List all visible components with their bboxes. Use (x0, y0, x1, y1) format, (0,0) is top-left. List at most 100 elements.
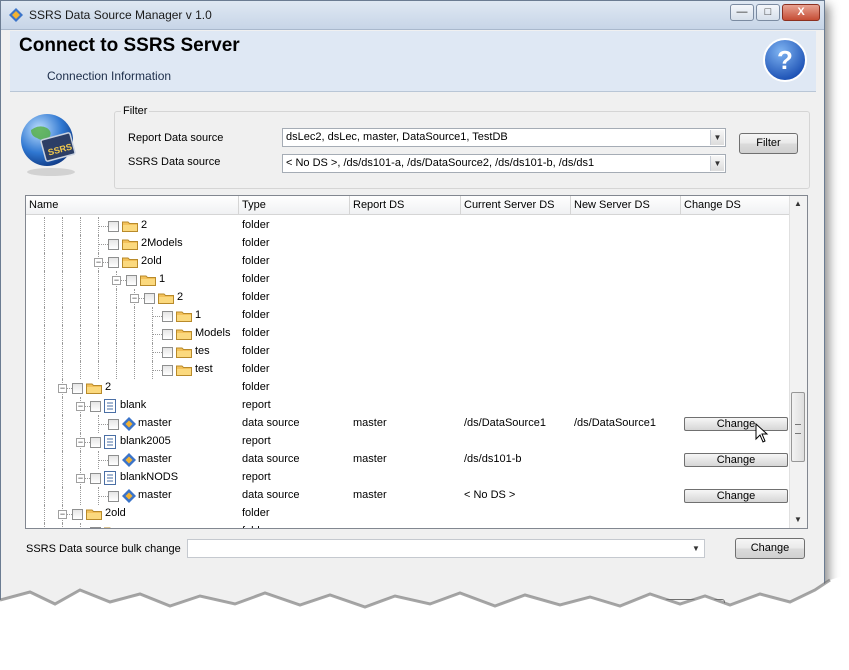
close-button[interactable]: X (782, 4, 820, 21)
bulk-change-button[interactable]: Change (735, 538, 805, 559)
table-row[interactable]: master data source master/ds/ds101-b Change (26, 451, 792, 469)
row-new-ds: /ds/DataSource1 (574, 417, 656, 429)
folder-icon (140, 275, 156, 286)
tree-guide (80, 361, 81, 379)
collapse-icon[interactable]: − (58, 384, 67, 393)
row-checkbox[interactable] (108, 455, 119, 466)
help-icon[interactable]: ? (762, 37, 808, 83)
table-row[interactable]: 1 folder (26, 307, 792, 325)
datasource-grid[interactable]: Name Type Report DS Current Server DS Ne… (25, 195, 808, 529)
change-ds-button[interactable]: Change (684, 453, 788, 467)
row-checkbox[interactable] (72, 383, 83, 394)
collapse-icon[interactable]: − (112, 276, 121, 285)
report-ds-label: Report Data source (128, 132, 224, 144)
collapse-icon[interactable]: − (94, 258, 103, 267)
collapse-icon[interactable]: − (58, 510, 67, 519)
report-ds-combo[interactable]: dsLec2, dsLec, master, DataSource1, Test… (282, 128, 726, 147)
row-name: 2old (141, 255, 162, 267)
table-row[interactable]: master data source master/ds/DataSource1/d… (26, 415, 792, 433)
maximize-button[interactable]: □ (756, 4, 780, 21)
row-checkbox[interactable] (162, 311, 173, 322)
table-row[interactable]: − 2old folder (26, 505, 792, 523)
column-header-current-server-ds[interactable]: Current Server DS (461, 196, 571, 215)
column-header-change-ds[interactable]: Change DS (681, 196, 792, 215)
minimize-button[interactable]: — (730, 4, 754, 21)
column-header-name[interactable]: Name (26, 196, 239, 215)
filter-button[interactable]: Filter (739, 133, 798, 154)
row-checkbox[interactable] (162, 365, 173, 376)
column-header-report-ds[interactable]: Report DS (350, 196, 461, 215)
folder-icon (176, 347, 192, 358)
row-name: 2Models (141, 237, 183, 249)
table-row[interactable]: − 2 folder (26, 379, 792, 397)
table-row[interactable]: − 1 folder (26, 271, 792, 289)
table-row[interactable]: folder (26, 523, 792, 528)
tree-guide (62, 469, 63, 487)
table-row[interactable]: − 2old folder (26, 253, 792, 271)
row-checkbox[interactable] (90, 437, 101, 448)
scroll-thumb[interactable] (791, 392, 805, 462)
row-name: Models (195, 327, 231, 339)
collapse-icon[interactable]: − (76, 438, 85, 447)
change-ds-button[interactable]: Change (684, 489, 788, 503)
collapse-icon[interactable]: − (76, 474, 85, 483)
table-row[interactable]: Models folder (26, 325, 792, 343)
report-icon (104, 399, 116, 413)
row-checkbox[interactable] (108, 419, 119, 430)
tree-connector (98, 226, 108, 227)
table-row[interactable]: master data source master < No DS > Change (26, 487, 792, 505)
row-checkbox[interactable] (126, 275, 137, 286)
row-checkbox[interactable] (90, 401, 101, 412)
row-name: master (138, 489, 172, 501)
table-row[interactable]: 2Models folder (26, 235, 792, 253)
tree-guide (62, 397, 63, 415)
row-checkbox[interactable] (72, 509, 83, 520)
tree-guide (44, 523, 45, 528)
collapse-icon[interactable]: − (130, 294, 139, 303)
tree-guide (62, 487, 63, 505)
tree-connector (152, 334, 162, 335)
tree-guide (80, 451, 81, 469)
row-checkbox[interactable] (108, 257, 119, 268)
row-checkbox[interactable] (108, 239, 119, 250)
tree-guide (44, 307, 45, 325)
row-checkbox[interactable] (162, 347, 173, 358)
tree-guide (44, 289, 45, 307)
table-row[interactable]: − 2 folder (26, 289, 792, 307)
folder-icon (122, 221, 138, 232)
row-checkbox[interactable] (108, 221, 119, 232)
table-row[interactable]: 2 folder (26, 217, 792, 235)
bulk-change-combo[interactable]: ▼ (187, 539, 705, 558)
app-window: SSRS Data Source Manager v 1.0 — □ X Con… (0, 0, 825, 640)
row-current-ds: /ds/ds101-b (464, 453, 522, 465)
row-checkbox[interactable] (108, 491, 119, 502)
row-name: 1 (159, 273, 166, 285)
column-header-new-server-ds[interactable]: New Server DS (571, 196, 681, 215)
chevron-down-icon[interactable]: ▼ (689, 541, 703, 556)
chevron-down-icon[interactable]: ▼ (710, 156, 724, 171)
change-ds-button[interactable]: Change (684, 417, 788, 431)
table-row[interactable]: tes folder (26, 343, 792, 361)
table-row[interactable]: − blankNODS report (26, 469, 792, 487)
row-checkbox[interactable] (90, 473, 101, 484)
row-checkbox[interactable] (162, 329, 173, 340)
filter-legend: Filter (121, 105, 150, 117)
row-checkbox[interactable] (90, 527, 101, 528)
table-row[interactable]: − blank report (26, 397, 792, 415)
chevron-down-icon[interactable]: ▼ (710, 130, 724, 145)
scroll-down-icon[interactable]: ▼ (790, 512, 806, 528)
table-row[interactable]: test folder (26, 361, 792, 379)
table-row[interactable]: − blank2005 report (26, 433, 792, 451)
tree-guide (44, 487, 45, 505)
collapse-icon[interactable]: − (76, 402, 85, 411)
scroll-up-icon[interactable]: ▲ (790, 196, 806, 212)
row-type: folder (242, 363, 270, 375)
ssrs-ds-combo[interactable]: < No DS >, /ds/ds101-a, /ds/DataSource2,… (282, 154, 726, 173)
row-checkbox[interactable] (144, 293, 155, 304)
column-header-type[interactable]: Type (239, 196, 350, 215)
title-bar[interactable]: SSRS Data Source Manager v 1.0 — □ X (1, 1, 824, 30)
page-title: Connect to SSRS Server (19, 35, 240, 56)
vertical-scrollbar[interactable]: ▲ ▼ (789, 196, 807, 528)
tree-connector (152, 361, 153, 379)
tree-guide (80, 487, 81, 505)
